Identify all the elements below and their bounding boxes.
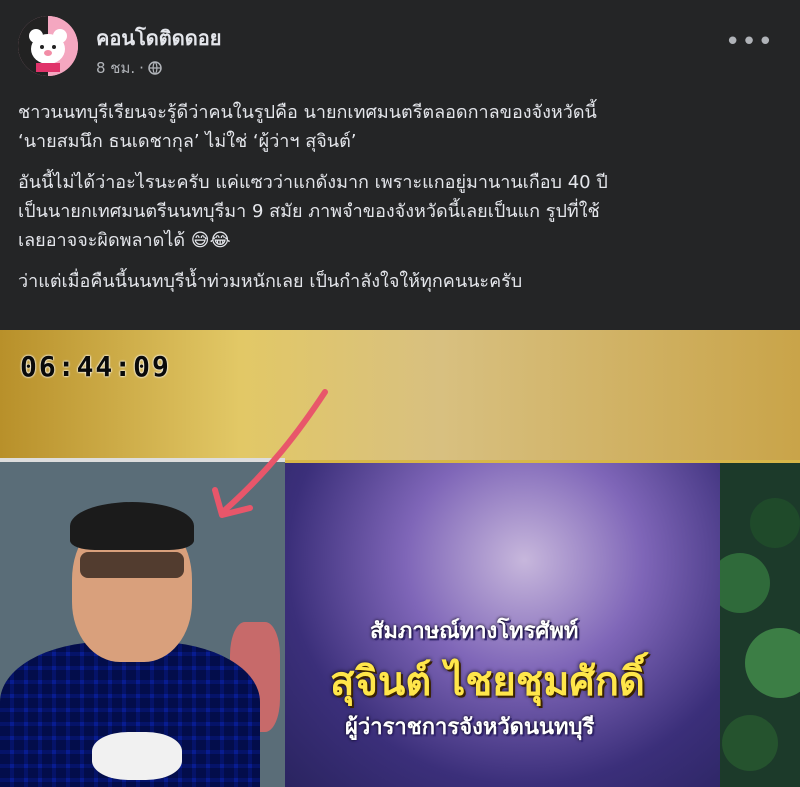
post-paragraph: ว่าแต่เมื่อคืนนี้นนทบุรีน้ำท่วมหนักเลย เ… — [18, 271, 523, 292]
post-text: ชาวนนทบุรีเรียนจะรู้ดีว่าคนในรูปคือ นายก… — [18, 98, 788, 308]
meta-separator: · — [139, 59, 144, 77]
post-time[interactable]: 8 ชม. — [96, 56, 135, 80]
red-arrow-icon — [212, 389, 328, 518]
more-dots-icon[interactable]: ••• — [725, 29, 774, 55]
facebook-post: คอนโดติดดอย 8 ชม. · ••• ชาวนนทบุรีเรียนจ… — [0, 0, 800, 787]
page-name[interactable]: คอนโดติดดอย — [96, 22, 222, 54]
bear-logo-icon — [18, 16, 78, 76]
post-meta: 8 ชม. · — [96, 56, 162, 80]
post-photo[interactable]: 06:44:09 สัมภาษณ์ทางโทรศัพท์ สุจินต์ ไชย… — [0, 330, 800, 787]
page-avatar[interactable] — [18, 16, 78, 76]
post-paragraph: ชาวนนทบุรีเรียนจะรู้ดีว่าคนในรูปคือ นายก… — [18, 102, 597, 152]
globe-icon — [148, 61, 162, 75]
post-paragraph: อันนี้ไม่ได้ว่าอะไรนะครับ แค่แซวว่าแกดัง… — [18, 172, 608, 251]
